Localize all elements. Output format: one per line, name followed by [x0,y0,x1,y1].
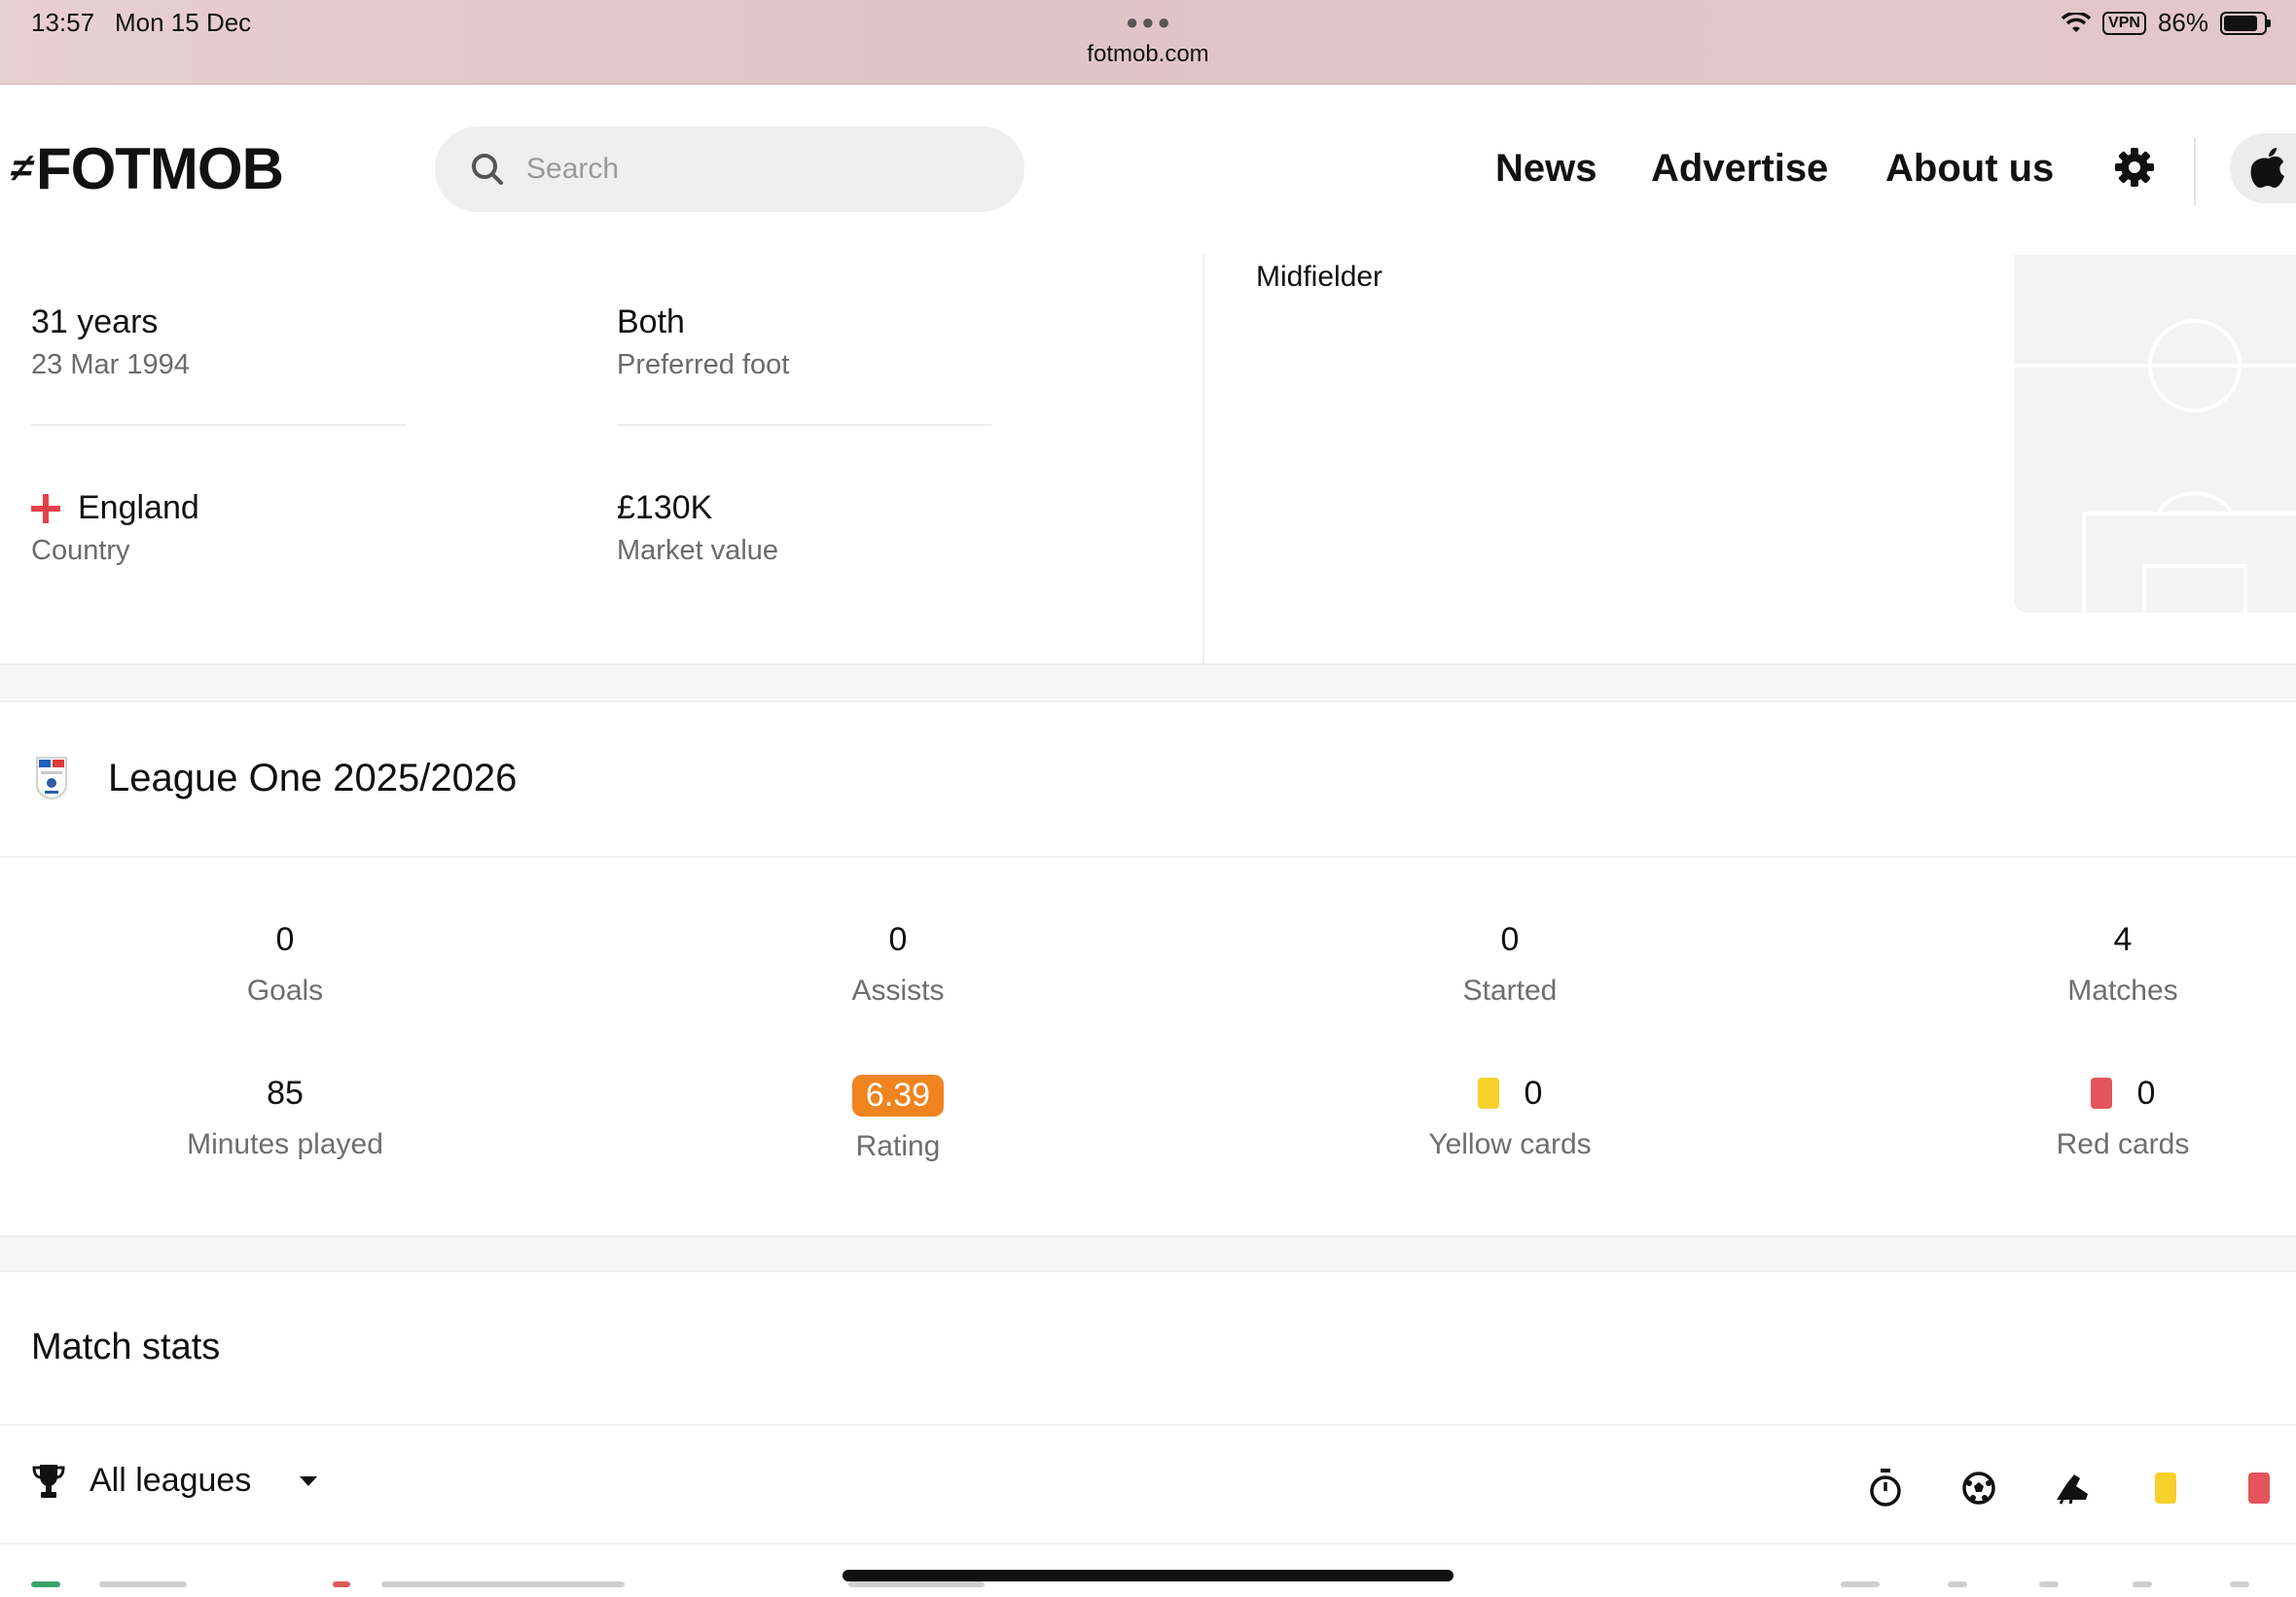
rating-badge: 6.39 [851,1074,945,1117]
wifi-icon [2062,12,2092,32]
stat-assists: 0 Assists [703,918,1093,1008]
fotmob-logo[interactable]: ≠ FOTMOB [6,135,284,202]
stat-value: 85 [267,1074,304,1112]
foot-value: Both [617,303,685,340]
stat-yellow-cards: 0 Yellow cards [1315,1072,1704,1161]
stat-goals: 0 Goals [90,918,480,1008]
age-item: 31 years 23 Mar 1994 [31,303,190,381]
match-stats-divider [0,1424,2296,1426]
search-icon [472,154,503,185]
apple-icon [2250,148,2284,188]
match-row-divider [0,1543,2296,1544]
home-indicator[interactable] [843,1570,1453,1581]
stat-value: 0 [275,920,295,958]
stat-value: 0 [1928,1072,2296,1115]
stat-value: 0 [1315,1072,1704,1115]
battery-percent: 86% [2157,8,2208,37]
gear-icon[interactable] [2113,146,2156,189]
stat-label: Rating [855,1130,941,1162]
stat-label: Matches [2067,975,2178,1007]
market-value: £130K [617,489,713,526]
match-stats-title: Match stats [31,1327,221,1367]
info-divider [31,424,406,426]
pitch-diagram [2014,255,2296,613]
filter-label: All leagues [90,1462,252,1499]
stat-value: 0 [1500,920,1520,958]
yellow-card-icon [2119,1467,2212,1509]
football-icon [1932,1467,2026,1509]
more-dots-icon[interactable]: ●●● [1126,10,1173,35]
info-divider [617,424,991,426]
player-info-card: 31 years 23 Mar 1994 Both Preferred foot… [0,255,2296,665]
address-bar[interactable]: fotmob.com [0,41,2296,68]
foot-item: Both Preferred foot [617,303,789,381]
yellow-card-count: 0 [1524,1074,1543,1112]
country-value: England [31,489,199,527]
yellow-card-icon [1477,1078,1499,1109]
chevron-down-icon [300,1475,318,1486]
stat-red-cards: 0 Red cards [1928,1072,2296,1161]
search-input[interactable] [524,152,995,187]
age-value: 31 years [31,303,159,340]
status-bar: 13:57 Mon 15 Dec ●●● fotmob.com VPN 86% [0,0,2296,85]
stat-label: Red cards [2056,1128,2190,1160]
stat-label: Goals [246,975,324,1007]
nav-about[interactable]: About us [1885,147,2104,191]
logo-mark-icon: ≠ [6,147,38,190]
status-date: Mon 15 Dec [115,8,252,37]
nav-link-advertise[interactable]: Advertise [1651,147,1828,191]
position-label: Midfielder [1256,261,1383,293]
stat-label: Started [1462,975,1558,1007]
stopwatch-icon [1839,1467,1932,1509]
red-card-icon [2090,1078,2112,1109]
header-divider [2194,137,2196,205]
stat-label: Minutes played [187,1128,383,1160]
stat-label: Yellow cards [1428,1128,1592,1160]
app-store-button[interactable] [2230,133,2296,203]
stat-value: 0 [888,920,908,958]
stat-value: 4 [2113,920,2133,958]
match-stats-card: Match stats All leagues [0,1270,2296,1597]
info-vertical-divider [1202,255,1204,663]
stat-value: 6.39 [703,1074,1093,1117]
country-item: England Country [31,489,199,567]
country-label: Country [31,535,130,566]
red-card-count: 0 [2136,1074,2156,1112]
nav-link-news[interactable]: News [1495,147,1597,191]
nav-link-about-us[interactable]: About us [1885,147,2054,191]
nav-news[interactable]: News [1495,147,1648,191]
site-header: ≠ FOTMOB News Advertise About us [0,85,2296,255]
stat-rating: 6.39 Rating [703,1074,1093,1163]
search-bar[interactable] [435,126,1024,212]
league-header[interactable]: League One 2025/2026 [0,702,2296,858]
stat-started: 0 Started [1315,918,1704,1008]
england-flag-icon [31,493,60,523]
column-icons [1839,1467,2296,1509]
status-indicators: VPN 86% [2062,8,2271,38]
birth-date: 23 Mar 1994 [31,349,190,380]
league-filter-dropdown[interactable]: All leagues [31,1462,318,1500]
boot-icon [2026,1467,2119,1509]
status-time: 13:57 [31,8,95,37]
league-title: League One 2025/2026 [108,757,518,799]
vpn-badge: VPN [2102,11,2146,35]
country-name: England [78,489,199,526]
stat-minutes: 85 Minutes played [90,1072,480,1161]
trophy-icon [32,1464,65,1498]
battery-icon [2220,11,2271,35]
foot-label: Preferred foot [617,349,790,380]
market-value-item: £130K Market value [617,489,778,567]
league-one-badge-icon [36,757,67,800]
red-card-icon [2212,1467,2296,1509]
stat-matches: 4 Matches [1928,918,2296,1008]
market-value-label: Market value [617,535,779,566]
nav-advertise[interactable]: Advertise [1651,147,1879,191]
logo-text: FOTMOB [35,136,284,201]
stat-label: Assists [851,975,945,1007]
league-stats-card: League One 2025/2026 0 Goals 0 Assists 0… [0,700,2296,1237]
